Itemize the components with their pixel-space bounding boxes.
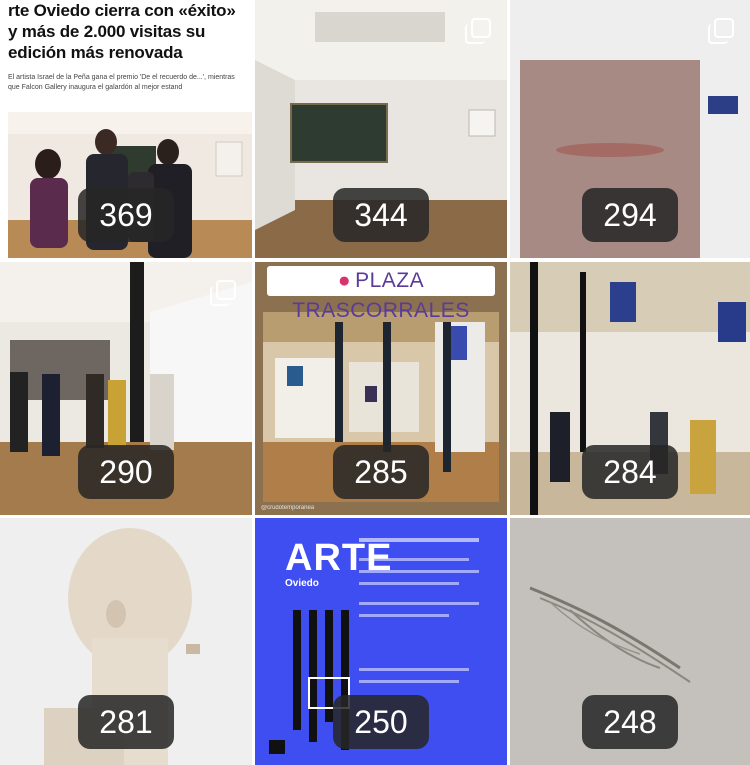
post-grid: rte Oviedo cierra con «éxito» y más de 2… xyxy=(0,0,750,765)
multiple-images-icon xyxy=(210,280,236,306)
poster-title: ARTE Oviedo xyxy=(285,537,393,590)
post-tile-6[interactable]: 284 xyxy=(510,262,750,515)
views-count-badge: 284 xyxy=(582,445,678,499)
post-tile-9[interactable]: 248 xyxy=(510,518,750,765)
post-tile-1[interactable]: rte Oviedo cierra con «éxito» y más de 2… xyxy=(0,0,252,258)
post-tile-2[interactable]: 344 xyxy=(255,0,507,258)
multiple-images-icon xyxy=(708,18,734,44)
views-count-badge: 248 xyxy=(582,695,678,749)
photo-credit: @crudotemporanea xyxy=(261,505,315,511)
post-tile-8[interactable]: ARTE Oviedo 250 xyxy=(255,518,507,765)
news-headline: rte Oviedo cierra con «éxito» y más de 2… xyxy=(8,1,236,62)
poster-subtitle: Oviedo xyxy=(285,578,319,589)
poster-title-text: ARTE xyxy=(285,537,393,579)
views-count-badge: 281 xyxy=(78,695,174,749)
post-tile-7[interactable]: 281 xyxy=(0,518,252,765)
views-count-badge: 294 xyxy=(582,188,678,242)
location-banner: ● PLAZA TRASCORRALES xyxy=(267,266,495,322)
post-tile-3[interactable]: 294 xyxy=(510,0,750,258)
views-count-badge: 250 xyxy=(333,695,429,749)
views-count-badge: 285 xyxy=(333,445,429,499)
views-count-badge: 369 xyxy=(78,188,174,242)
views-count-badge: 290 xyxy=(78,445,174,499)
post-tile-5[interactable]: ● PLAZA TRASCORRALES @crudotemporanea 285 xyxy=(255,262,507,515)
multiple-images-icon xyxy=(465,18,491,44)
location-banner-text: PLAZA TRASCORRALES xyxy=(292,269,470,322)
news-headline-block: rte Oviedo cierra con «éxito» y más de 2… xyxy=(8,0,248,93)
news-subhead: El artista Israel de la Peña gana el pre… xyxy=(8,74,235,91)
location-pin-icon: ● xyxy=(337,269,352,292)
post-tile-4[interactable]: 290 xyxy=(0,262,252,515)
views-count-badge: 344 xyxy=(333,188,429,242)
